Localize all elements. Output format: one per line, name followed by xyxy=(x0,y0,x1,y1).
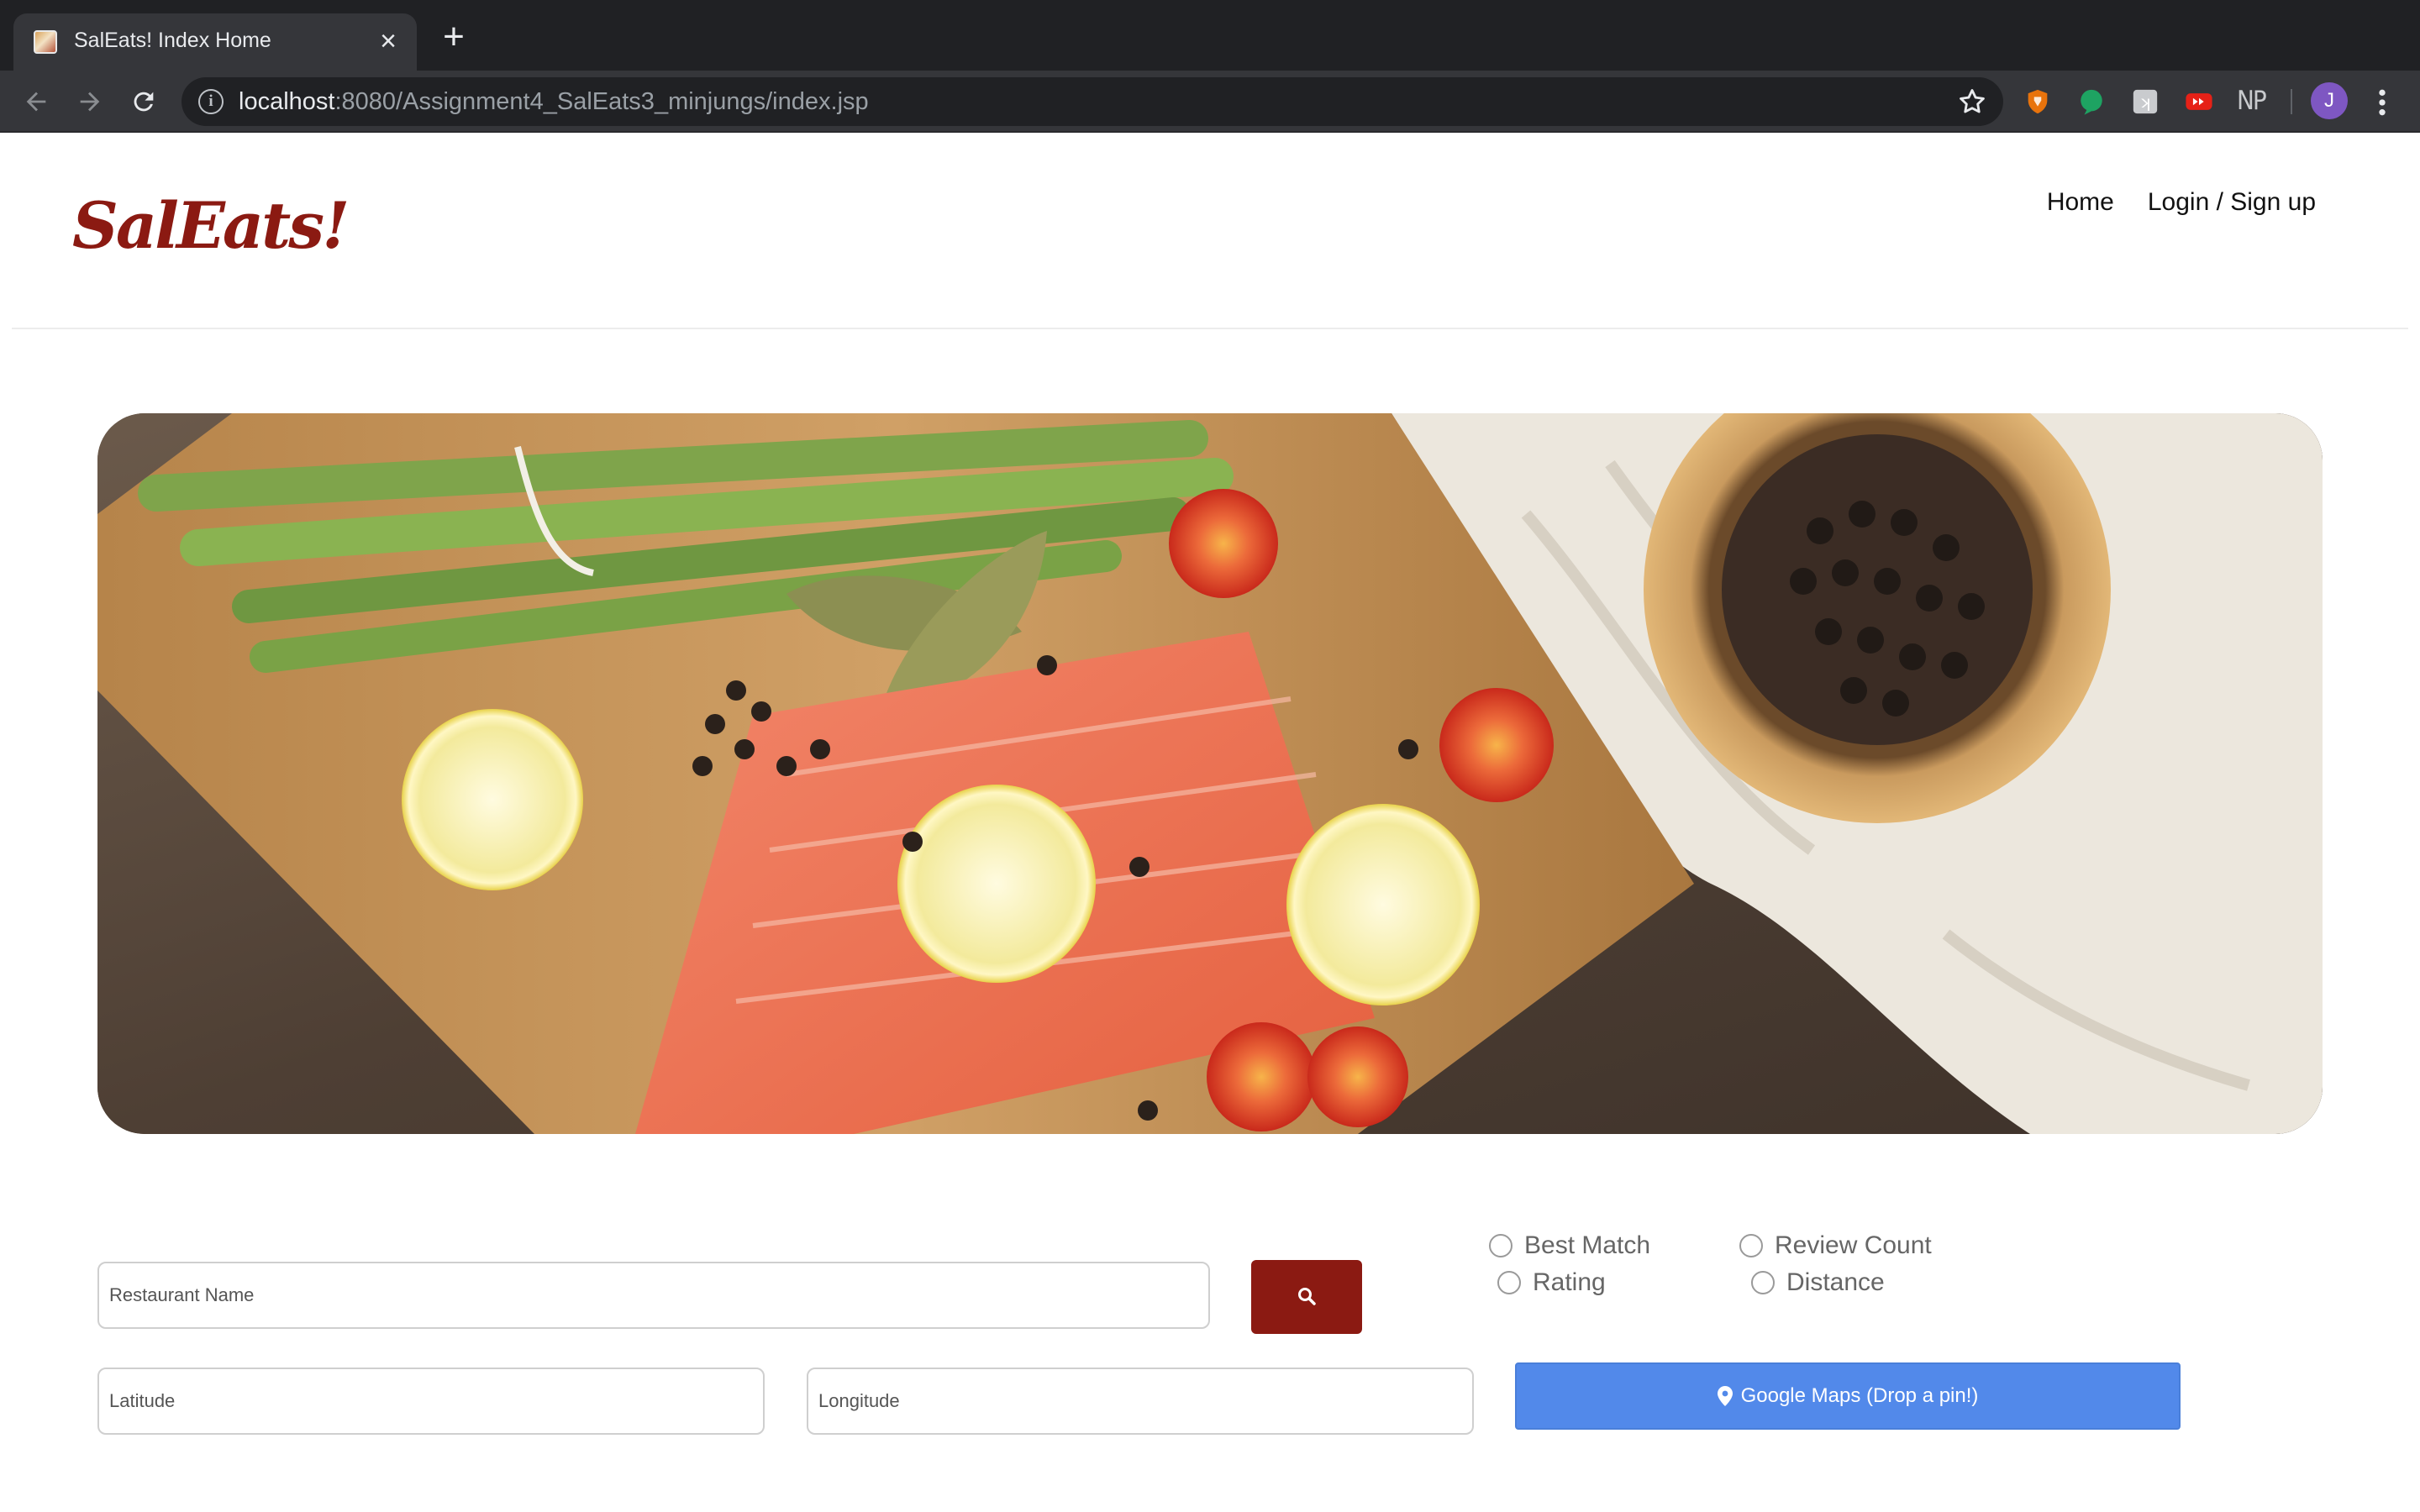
hero-illustration xyxy=(97,413,2323,1134)
url-path: :8080/Assignment4_SalEats3_minjungs/inde… xyxy=(334,88,869,115)
browser-tab-strip: SalEats! Index Home × + xyxy=(0,0,2420,71)
sort-best-match[interactable]: Best Match xyxy=(1489,1231,1650,1260)
radio-circle[interactable] xyxy=(1497,1271,1521,1294)
url-text[interactable]: localhost:8080/Assignment4_SalEats3_minj… xyxy=(239,88,869,116)
new-tab-button[interactable]: + xyxy=(437,18,471,55)
reload-button[interactable] xyxy=(124,82,163,121)
url-host: localhost xyxy=(239,88,335,115)
svg-text:ʞ: ʞ xyxy=(2139,92,2150,112)
site-info-icon[interactable]: i xyxy=(198,89,224,114)
search-icon xyxy=(1298,1287,1316,1305)
longitude-input[interactable] xyxy=(807,1368,1474,1435)
profile-avatar[interactable]: J xyxy=(2311,82,2348,119)
site-logo[interactable]: SalEats! xyxy=(72,188,350,263)
browser-tab[interactable]: SalEats! Index Home × xyxy=(13,13,417,71)
radio-label: Review Count xyxy=(1775,1231,1932,1259)
tile-extension-icon[interactable]: ʞ xyxy=(2131,87,2160,116)
header-divider xyxy=(12,328,2408,329)
toolbar-separator xyxy=(2291,89,2292,114)
browser-menu-icon[interactable] xyxy=(2370,86,2395,119)
reload-icon xyxy=(134,92,154,112)
youtube-extension-icon[interactable] xyxy=(2185,87,2213,116)
sort-rating[interactable]: Rating xyxy=(1497,1268,1606,1297)
hero-food-image xyxy=(97,413,2323,1134)
sort-review-count[interactable]: Review Count xyxy=(1739,1231,1932,1260)
tab-close-icon[interactable]: × xyxy=(371,25,405,59)
tab-title: SalEats! Index Home xyxy=(74,29,271,52)
nav-home-link[interactable]: Home xyxy=(2047,188,2114,217)
sort-distance[interactable]: Distance xyxy=(1751,1268,1885,1297)
page-content: SalEats! Home Login / Sign up Restaurant… xyxy=(0,133,2420,1512)
address-bar[interactable]: i localhost:8080/Assignment4_SalEats3_mi… xyxy=(182,77,2003,126)
back-button[interactable] xyxy=(17,82,55,121)
latitude-input[interactable] xyxy=(97,1368,765,1435)
radio-circle[interactable] xyxy=(1489,1234,1512,1257)
top-nav: Home Login / Sign up xyxy=(2047,188,2316,217)
radio-label: Distance xyxy=(1786,1268,1885,1296)
google-maps-label: Google Maps (Drop a pin!) xyxy=(1740,1384,1979,1407)
radio-label: Rating xyxy=(1533,1268,1606,1296)
map-pin-icon xyxy=(1717,1386,1733,1406)
browser-toolbar: i localhost:8080/Assignment4_SalEats3_mi… xyxy=(0,71,2420,133)
favicon-icon xyxy=(34,30,57,54)
radio-label: Best Match xyxy=(1524,1231,1651,1259)
bookmark-star-icon[interactable] xyxy=(1956,86,1988,118)
forward-arrow-icon xyxy=(80,92,100,112)
forward-button[interactable] xyxy=(71,82,109,121)
green-chat-extension-icon[interactable] xyxy=(2077,87,2106,116)
nav-login-link[interactable]: Login / Sign up xyxy=(2148,188,2316,217)
restaurant-name-input[interactable] xyxy=(97,1262,1210,1329)
radio-circle[interactable] xyxy=(1751,1271,1775,1294)
shield-extension-icon[interactable] xyxy=(2023,87,2052,116)
search-button[interactable] xyxy=(1251,1260,1362,1334)
radio-circle[interactable] xyxy=(1739,1234,1763,1257)
back-arrow-icon xyxy=(26,92,46,112)
google-maps-button[interactable]: Google Maps (Drop a pin!) xyxy=(1515,1362,2181,1430)
np-extension[interactable]: NP xyxy=(2237,86,2274,116)
